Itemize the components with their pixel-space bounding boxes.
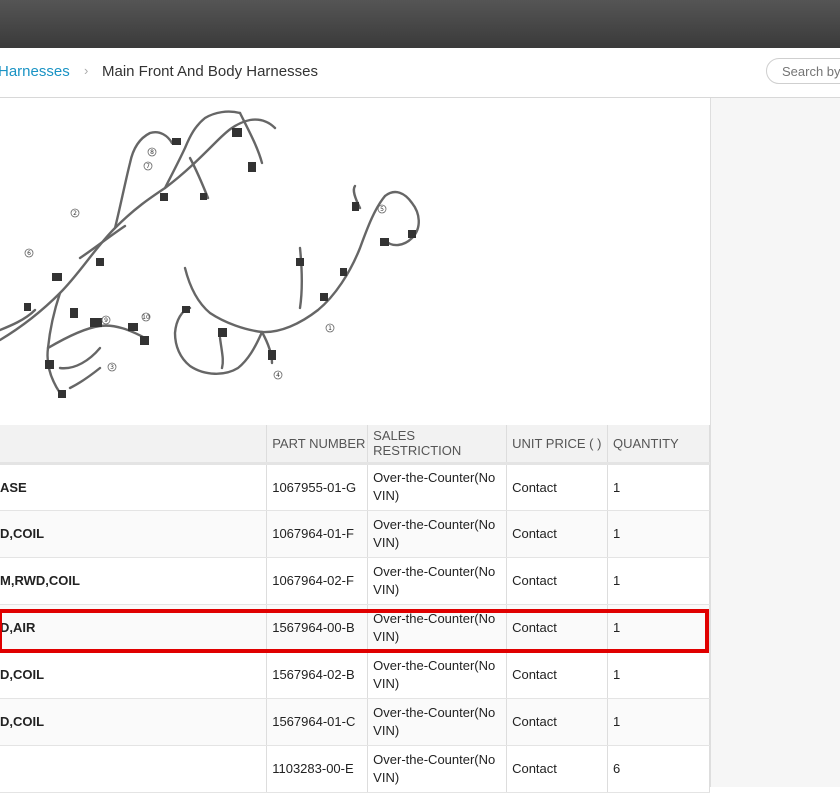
- part-number: 1567964-00-B: [266, 604, 369, 652]
- callout-number: 9: [104, 317, 108, 324]
- callout-number: 5: [380, 206, 384, 213]
- quantity: 1: [607, 651, 710, 699]
- sales-restriction: Over-the-Counter(No VIN): [367, 510, 508, 558]
- quantity: 6: [607, 745, 710, 793]
- quantity: 1: [607, 698, 710, 746]
- sales-restriction: Over-the-Counter(No VIN): [367, 651, 508, 699]
- quantity: 1: [607, 604, 710, 652]
- part-number: 1067964-01-F: [266, 510, 369, 558]
- right-sidebar-panel: [710, 98, 840, 787]
- table-row-selected[interactable]: D,AIR 1567964-00-B Over-the-Counter(No V…: [0, 604, 710, 652]
- unit-price: Contact: [506, 698, 608, 746]
- part-number: 1067964-02-F: [266, 557, 369, 605]
- part-name: [0, 745, 268, 793]
- part-name: D,COIL: [0, 651, 268, 699]
- table-row[interactable]: M,RWD,COIL 1067964-02-F Over-the-Counter…: [0, 557, 710, 605]
- unit-price: Contact: [506, 651, 608, 699]
- sales-restriction: Over-the-Counter(No VIN): [367, 745, 508, 793]
- header-unit-price[interactable]: UNIT PRICE ( ): [506, 425, 608, 465]
- harness-diagram-image: 1 2 3 4 5 6 78 9 10: [0, 110, 420, 398]
- search-box[interactable]: [766, 58, 840, 84]
- table-header-row: PART NUMBER SALES RESTRICTION UNIT PRICE…: [0, 425, 710, 465]
- callout-number: 4: [276, 372, 280, 379]
- part-number: 1567964-01-C: [266, 698, 369, 746]
- callout-number: 2: [73, 210, 77, 217]
- breadcrumb-link-harnesses[interactable]: Harnesses: [0, 63, 70, 80]
- part-number: 1567964-02-B: [266, 651, 369, 699]
- breadcrumb-separator-icon: ›: [84, 63, 89, 78]
- unit-price: Contact: [506, 604, 608, 652]
- sales-restriction: Over-the-Counter(No VIN): [367, 463, 508, 511]
- unit-price: Contact: [506, 557, 608, 605]
- part-name: D,AIR: [0, 604, 268, 652]
- unit-price: Contact: [506, 745, 608, 793]
- sales-restriction: Over-the-Counter(No VIN): [367, 698, 508, 746]
- page-title: Main Front And Body Harnesses: [102, 63, 318, 80]
- part-number: 1067955-01-G: [266, 463, 369, 511]
- callout-number: 8: [150, 149, 154, 156]
- table-row[interactable]: D,COIL 1567964-02-B Over-the-Counter(No …: [0, 651, 710, 699]
- part-name: D,COIL: [0, 510, 268, 558]
- part-name: D,COIL: [0, 698, 268, 746]
- header-sales-restriction[interactable]: SALES RESTRICTION: [367, 425, 508, 465]
- sales-restriction: Over-the-Counter(No VIN): [367, 557, 508, 605]
- unit-price: Contact: [506, 510, 608, 558]
- header-quantity[interactable]: QUANTITY: [607, 425, 710, 465]
- part-name: M,RWD,COIL: [0, 557, 268, 605]
- callout-number: 6: [27, 250, 31, 257]
- part-name: ASE: [0, 463, 268, 511]
- unit-price: Contact: [506, 463, 608, 511]
- sales-restriction: Over-the-Counter(No VIN): [367, 604, 508, 652]
- callout-number: 10: [142, 314, 150, 321]
- callout-number: 7: [146, 163, 150, 170]
- quantity: 1: [607, 463, 710, 511]
- callout-number: 1: [328, 325, 332, 332]
- part-number: 1103283-00-E: [266, 745, 369, 793]
- callout-number: 3: [110, 364, 114, 371]
- header-part-number[interactable]: PART NUMBER: [266, 425, 369, 465]
- quantity: 1: [607, 557, 710, 605]
- parts-table: PART NUMBER SALES RESTRICTION UNIT PRICE…: [0, 425, 710, 793]
- harness-diagram[interactable]: 1 2 3 4 5 6 7 8 9 10: [0, 98, 710, 425]
- table-row[interactable]: D,COIL 1067964-01-F Over-the-Counter(No …: [0, 510, 710, 558]
- top-navigation-bar: [0, 0, 840, 48]
- table-row[interactable]: D,COIL 1567964-01-C Over-the-Counter(No …: [0, 698, 710, 746]
- breadcrumb: Harnesses › Main Front And Body Harnesse…: [0, 48, 840, 98]
- search-input[interactable]: [782, 64, 840, 79]
- quantity: 1: [607, 510, 710, 558]
- table-row[interactable]: 1103283-00-E Over-the-Counter(No VIN) Co…: [0, 745, 710, 793]
- table-row[interactable]: ASE 1067955-01-G Over-the-Counter(No VIN…: [0, 463, 710, 511]
- header-description[interactable]: [0, 425, 268, 465]
